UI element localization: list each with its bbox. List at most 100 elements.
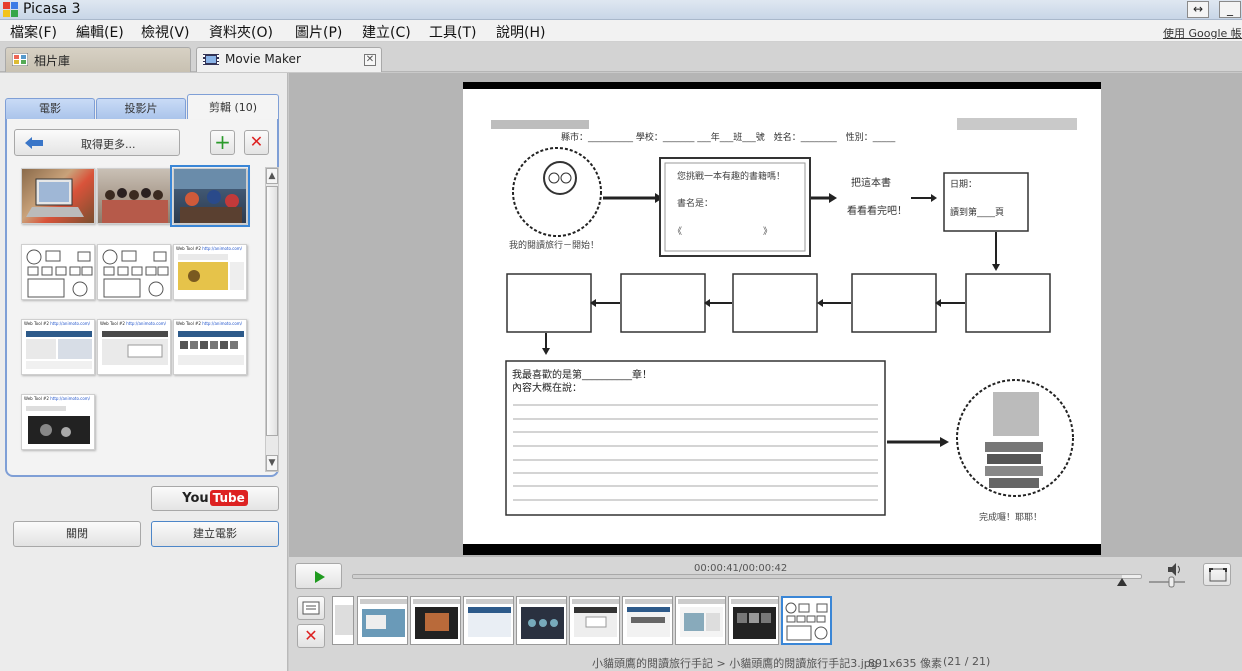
worksheet-box1-text: 您挑戰一本有趣的書籍嗎！ (677, 172, 786, 182)
clips-scrollbar[interactable]: ▲ ▼ (265, 167, 279, 472)
classroom-photo-icon (174, 169, 246, 223)
fullscreen-button[interactable] (1203, 563, 1231, 586)
sunflower-web-thumb-icon (178, 254, 244, 290)
status-path: 小貓頭鷹的閱讀旅行手記 > 小貓頭鷹的閱讀旅行手記3.jpg (592, 657, 878, 670)
minimize-button[interactable]: _ (1219, 1, 1241, 18)
clip-thumbnail[interactable]: Web Tool #2 http://animoto.com/ (173, 244, 247, 300)
frame-thumb-icon (413, 599, 460, 639)
timeline-frame[interactable] (728, 596, 779, 645)
frame-thumb-icon (785, 602, 828, 641)
timeline-frame[interactable] (463, 596, 514, 645)
tab-library[interactable]: 相片庫 (5, 47, 191, 72)
play-icon (315, 571, 325, 583)
app-title: Picasa 3 (23, 1, 81, 17)
youtube-tube: Tube (209, 490, 248, 506)
clip-thumbnail[interactable]: Web Tool #2 http://animoto.com/ (173, 319, 247, 375)
remove-clip-button[interactable]: ✕ (244, 130, 269, 155)
youtube-you: You (182, 491, 209, 506)
timeline-frame[interactable] (675, 596, 726, 645)
get-more-button[interactable]: 取得更多... (14, 129, 180, 156)
status-image-size: 891x635 像素 (868, 657, 942, 670)
progress-bar[interactable] (352, 574, 1142, 586)
menu-help[interactable]: 說明(H) (496, 22, 545, 42)
menu-folder[interactable]: 資料夾(O) (209, 22, 273, 42)
menu-edit[interactable]: 編輯(E) (76, 22, 124, 42)
menu-file[interactable]: 檔案(F) (10, 22, 57, 42)
worksheet-page-label: 讀到第____頁 (950, 208, 1005, 218)
scroll-down-icon[interactable]: ▼ (266, 455, 278, 471)
scroll-thumb[interactable] (266, 186, 278, 436)
worksheet-box1-line2: 書名是： (677, 199, 714, 209)
subtab-bar: 電影 投影片 剪輯 (10) (5, 94, 279, 120)
frame-thumb-icon (519, 599, 566, 639)
clip-thumbnail[interactable]: Web Tool #2 http://animoto.com/ (21, 319, 95, 375)
worksheet-date-label: 日期： (950, 180, 978, 190)
close-button[interactable]: 關閉 (13, 521, 141, 547)
get-more-label: 取得更多... (81, 138, 136, 151)
menu-tools[interactable]: 工具(T) (429, 22, 476, 42)
web-tool-caption: Web Tool #2 (176, 246, 201, 251)
menu-view[interactable]: 檢視(V) (141, 22, 190, 42)
progress-handle-icon[interactable] (1117, 578, 1128, 586)
subtab-movie[interactable]: 電影 (5, 98, 95, 120)
remove-slide-button[interactable]: ✕ (297, 624, 325, 648)
timeline-frame[interactable] (357, 596, 408, 645)
clip-thumbnail[interactable]: Web Tool #2 http://animoto.com/ (21, 394, 95, 450)
add-clip-button[interactable]: + (210, 130, 235, 155)
film-icon (203, 54, 219, 65)
timeline-frame[interactable] (569, 596, 620, 645)
timeline-frame-current[interactable] (781, 596, 832, 645)
web-tool-url: http://animoto.com/ (202, 246, 243, 251)
menu-create[interactable]: 建立(C) (362, 22, 411, 42)
web-tool-caption: Web Tool #2 (24, 396, 49, 401)
clip-thumbnail-selected[interactable] (170, 165, 250, 227)
web-tool-url: http://animoto.com/ (126, 321, 167, 326)
worksheet-thumb-icon (26, 249, 93, 298)
timeline-frame[interactable] (622, 596, 673, 645)
worksheet-header-row: 縣市：__________ 學校：_______ ___年___班___號 姓名… (561, 133, 896, 143)
youtube-button[interactable]: You Tube (151, 486, 279, 511)
close-tab-icon[interactable]: ✕ (364, 54, 376, 66)
tab-movie-maker[interactable]: Movie Maker ✕ (196, 47, 382, 72)
clip-thumbnail[interactable] (97, 168, 171, 224)
text-slide-icon (302, 601, 320, 615)
subtab-clips[interactable]: 剪輯 (10) (187, 94, 279, 120)
frame-thumb-icon (731, 599, 778, 639)
frame-thumb-icon (466, 599, 513, 637)
clip-thumbnail[interactable] (21, 244, 95, 300)
worksheet-bottom-caption: 完成囉！耶耶！ (979, 513, 1043, 523)
frame-thumb-icon (678, 599, 725, 637)
laptop-photo-icon (26, 178, 84, 217)
timecode: 00:00:41/00:00:42 (694, 563, 788, 574)
play-button[interactable] (295, 563, 342, 589)
menu-picture[interactable]: 圖片(P) (295, 22, 342, 42)
worksheet-image (491, 118, 1077, 516)
clip-thumbnail[interactable] (97, 244, 171, 300)
tab-movie-maker-label: Movie Maker (225, 52, 301, 66)
create-movie-button[interactable]: 建立電影 (151, 521, 279, 547)
timeline-frame[interactable] (332, 596, 354, 645)
timeline-frame[interactable] (410, 596, 461, 645)
speaker-icon (1149, 563, 1185, 588)
worksheet-box1-brackets: 《 》 (673, 227, 773, 237)
web-tool-caption: Web Tool #2 (100, 321, 125, 326)
menu-bar: 檔案(F) 編輯(E) 檢視(V) 資料夾(O) 圖片(P) 建立(C) 工具(… (0, 20, 1242, 42)
web-tool-url: http://animoto.com/ (50, 396, 91, 401)
subtab-slideshow[interactable]: 投影片 (96, 98, 186, 120)
frame-thumb-icon (572, 599, 619, 637)
frame-thumb-icon (625, 599, 672, 637)
clips-panel: 取得更多... + ✕ Web Tool #2 http://animoto.c… (5, 119, 279, 477)
worksheet-arrow-text-1: 把這本書 (851, 178, 891, 189)
resize-icon[interactable]: ↔ (1187, 1, 1209, 18)
worksheet-left-caption: 我的閱讀旅行－開始！ (509, 241, 600, 251)
frame-thumb-icon (335, 605, 353, 635)
scroll-up-icon[interactable]: ▲ (266, 168, 278, 184)
google-login-link[interactable]: 使用 Google 帳戶登入 (1163, 25, 1242, 41)
add-text-slide-button[interactable] (297, 596, 325, 620)
fullscreen-icon (1209, 568, 1227, 582)
volume-control[interactable] (1149, 562, 1189, 590)
clip-thumbnail[interactable] (21, 168, 95, 224)
worksheet-arrow-text-2: 看看看完吧！ (847, 206, 907, 217)
clip-thumbnail[interactable]: Web Tool #2 http://animoto.com/ (97, 319, 171, 375)
timeline-frame[interactable] (516, 596, 567, 645)
